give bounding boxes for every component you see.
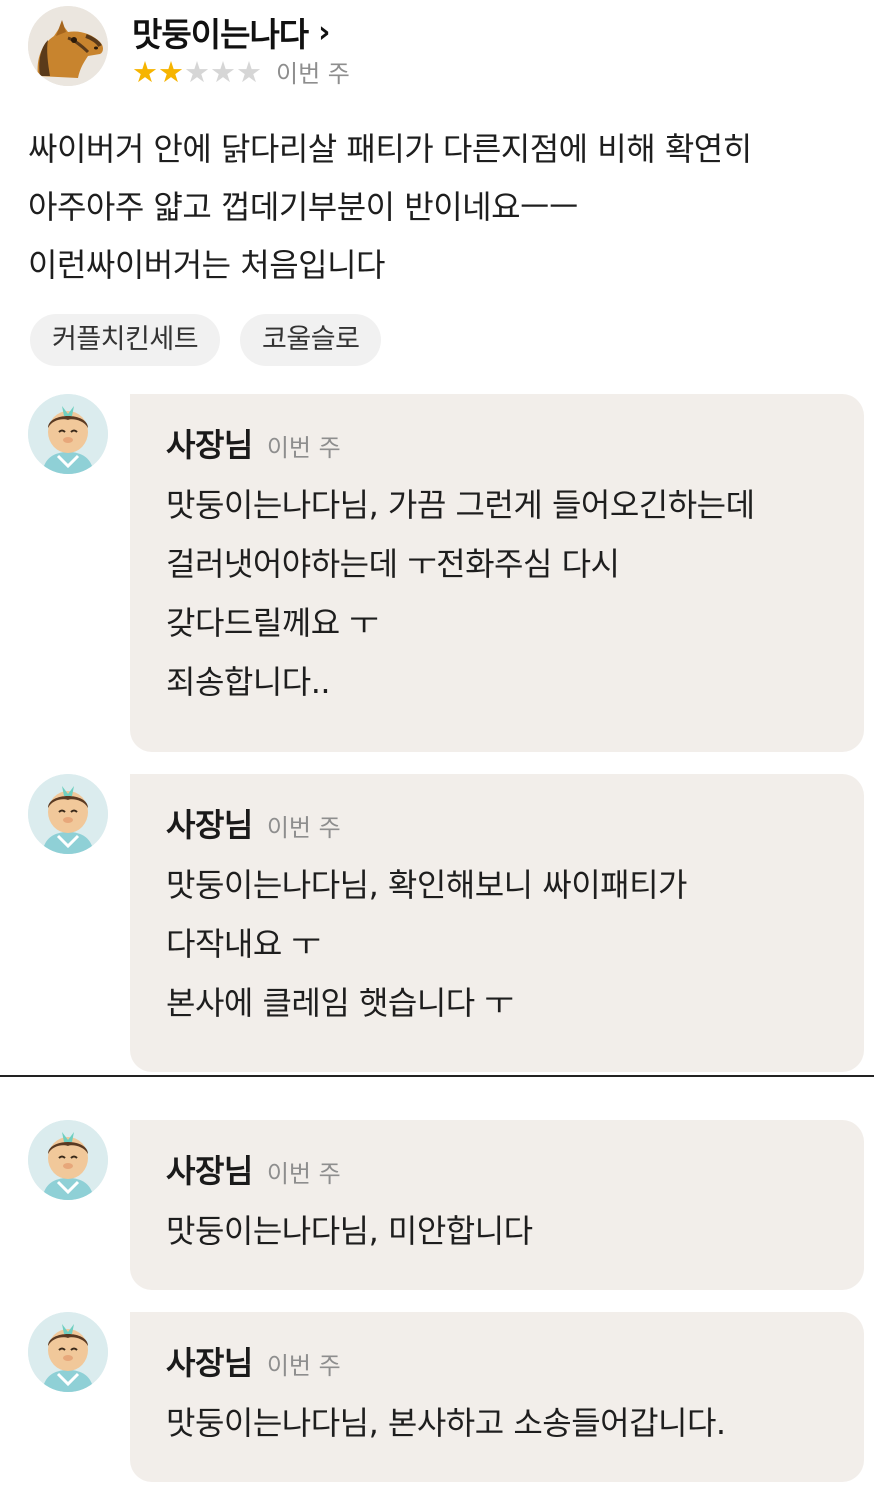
horse-avatar-icon[interactable] — [28, 6, 108, 86]
review-header: 맛둥이는나다 › ★★★★★ 이번 주 — [28, 6, 848, 88]
review-text-line: 싸이버거 안에 닭다리살 패티가 다른지점에 비해 확연히 — [28, 130, 752, 168]
screenshot-divider — [0, 1075, 874, 1077]
owner-name: 사장님 — [166, 806, 253, 844]
star-rating: ★★★★★ — [132, 57, 262, 87]
reply-text-line: 맛둥이는나다님, 가끔 그런게 들어오긴하는데 — [166, 486, 755, 524]
reply-time: 이번 주 — [266, 1160, 341, 1188]
reply-bubble: 사장님 이번 주 맛둥이는나다님, 본사하고 소송들어갑니다. — [130, 1312, 864, 1482]
reviewer-profile-link[interactable]: 맛둥이는나다 › — [132, 8, 331, 56]
reply-text-line: 다작내요 ㅜ — [166, 925, 321, 963]
owner-reply: 사장님 이번 주 맛둥이는나다님, 미안합니다 — [28, 1120, 864, 1290]
owner-reply: 사장님 이번 주 맛둥이는나다님, 확인해보니 싸이패티가 다작내요 ㅜ 본사에… — [28, 774, 864, 1072]
reviewer-name[interactable]: 맛둥이는나다 — [132, 8, 309, 56]
chef-avatar-icon — [28, 774, 108, 854]
reply-text-line: 본사에 클레임 햇습니다 ㅜ — [166, 984, 514, 1022]
star-icon: ★ — [132, 54, 158, 89]
rating: ★★★★★ 이번 주 — [132, 54, 350, 89]
review-text: 싸이버거 안에 닭다리살 패티가 다른지점에 비해 확연히 아주아주 얇고 껍데… — [28, 120, 858, 294]
star-icon: ★ — [210, 54, 236, 89]
owner-reply: 사장님 이번 주 맛둥이는나다님, 본사하고 소송들어갑니다. — [28, 1312, 864, 1482]
review-time: 이번 주 — [276, 60, 350, 88]
review-text-line: 이런싸이버거는 처음입니다 — [28, 246, 385, 284]
reply-text-line: 죄송합니다.. — [166, 663, 331, 701]
ordered-menu-tags: 커플치킨세트 코울슬로 — [30, 314, 401, 366]
reply-time: 이번 주 — [266, 1352, 341, 1380]
chef-avatar-icon — [28, 1120, 108, 1200]
star-icon: ★ — [236, 54, 262, 89]
reply-text-line: 맛둥이는나다님, 본사하고 소송들어갑니다. — [166, 1404, 726, 1442]
menu-tag[interactable]: 커플치킨세트 — [30, 314, 221, 366]
reply-bubble: 사장님 이번 주 맛둥이는나다님, 가끔 그런게 들어오긴하는데 걸러냇어야하는… — [130, 394, 864, 752]
menu-tag[interactable]: 코울슬로 — [240, 314, 382, 366]
chevron-right-icon[interactable]: › — [318, 15, 330, 50]
owner-reply: 사장님 이번 주 맛둥이는나다님, 가끔 그런게 들어오긴하는데 걸러냇어야하는… — [28, 394, 864, 752]
reply-time: 이번 주 — [266, 814, 341, 842]
reply-text-line: 걸러냇어야하는데 ㅜ전화주심 다시 — [166, 545, 620, 583]
chef-avatar-icon — [28, 1312, 108, 1392]
chef-avatar-icon — [28, 394, 108, 474]
star-icon: ★ — [158, 54, 184, 89]
reply-bubble: 사장님 이번 주 맛둥이는나다님, 미안합니다 — [130, 1120, 864, 1290]
reply-text-line: 맛둥이는나다님, 미안합니다 — [166, 1212, 533, 1250]
owner-name: 사장님 — [166, 1152, 253, 1190]
reply-time: 이번 주 — [266, 434, 341, 462]
reply-text-line: 갖다드릴께요 ㅜ — [166, 604, 379, 642]
review-text-line: 아주아주 얇고 껍데기부분이 반이네요ㅡㅡ — [28, 188, 578, 226]
owner-name: 사장님 — [166, 1344, 253, 1382]
owner-name: 사장님 — [166, 426, 253, 464]
star-icon: ★ — [184, 54, 210, 89]
reply-bubble: 사장님 이번 주 맛둥이는나다님, 확인해보니 싸이패티가 다작내요 ㅜ 본사에… — [130, 774, 864, 1072]
reply-text-line: 맛둥이는나다님, 확인해보니 싸이패티가 — [166, 866, 688, 904]
